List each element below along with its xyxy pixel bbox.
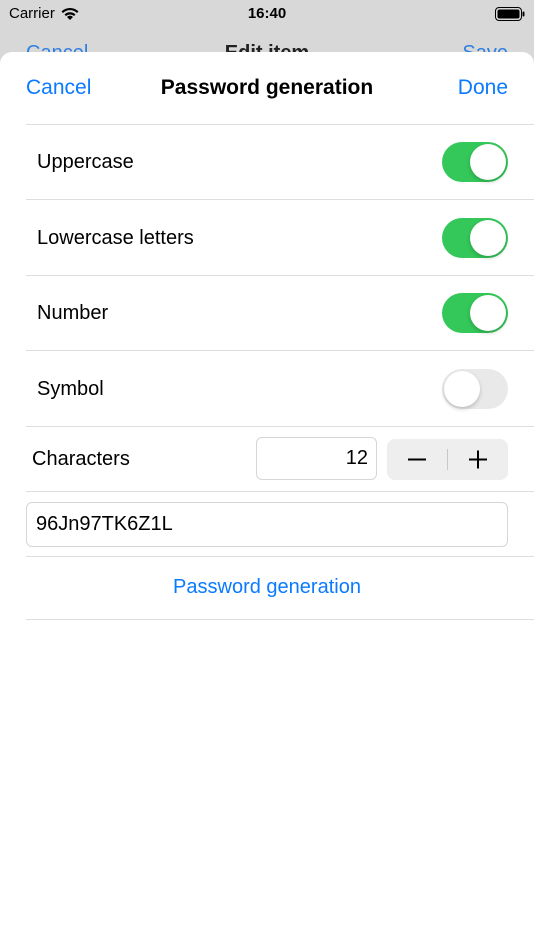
toggle-knob xyxy=(470,144,506,180)
uppercase-label: Uppercase xyxy=(37,151,134,173)
number-label: Number xyxy=(37,302,109,324)
symbol-toggle[interactable] xyxy=(442,369,508,409)
divider xyxy=(26,199,534,200)
toggle-knob xyxy=(470,220,506,256)
toggle-knob xyxy=(470,295,506,331)
characters-count-field[interactable]: 12 xyxy=(256,437,377,480)
status-bar: Carrier 16:40 xyxy=(0,0,534,30)
sheet-nav-bar: Cancel Password generation Done xyxy=(0,52,534,124)
number-toggle[interactable] xyxy=(442,293,508,333)
generated-password-field[interactable]: 96Jn97TK6Z1L xyxy=(26,502,508,547)
password-generation-sheet: Cancel Password generation Done Uppercas… xyxy=(0,52,534,950)
characters-stepper xyxy=(387,439,508,480)
decrement-button[interactable] xyxy=(387,439,447,480)
symbol-label: Symbol xyxy=(37,378,104,400)
toggle-knob xyxy=(444,371,480,407)
lowercase-label: Lowercase letters xyxy=(37,227,194,249)
divider xyxy=(26,275,534,276)
battery-icon xyxy=(495,7,525,21)
lowercase-toggle[interactable] xyxy=(442,218,508,258)
status-time: 16:40 xyxy=(247,5,287,22)
minus-icon xyxy=(408,458,426,461)
divider xyxy=(26,556,534,557)
password-generation-button[interactable]: Password generation xyxy=(0,576,534,599)
increment-button[interactable] xyxy=(448,439,508,480)
divider xyxy=(26,426,534,427)
divider xyxy=(26,491,534,492)
done-button[interactable]: Done xyxy=(458,76,508,100)
characters-label: Characters xyxy=(32,448,130,470)
divider xyxy=(26,619,534,620)
uppercase-toggle[interactable] xyxy=(442,142,508,182)
plus-icon xyxy=(469,450,487,469)
divider xyxy=(26,350,534,351)
divider xyxy=(26,124,534,125)
page-title: Password generation xyxy=(160,76,374,99)
